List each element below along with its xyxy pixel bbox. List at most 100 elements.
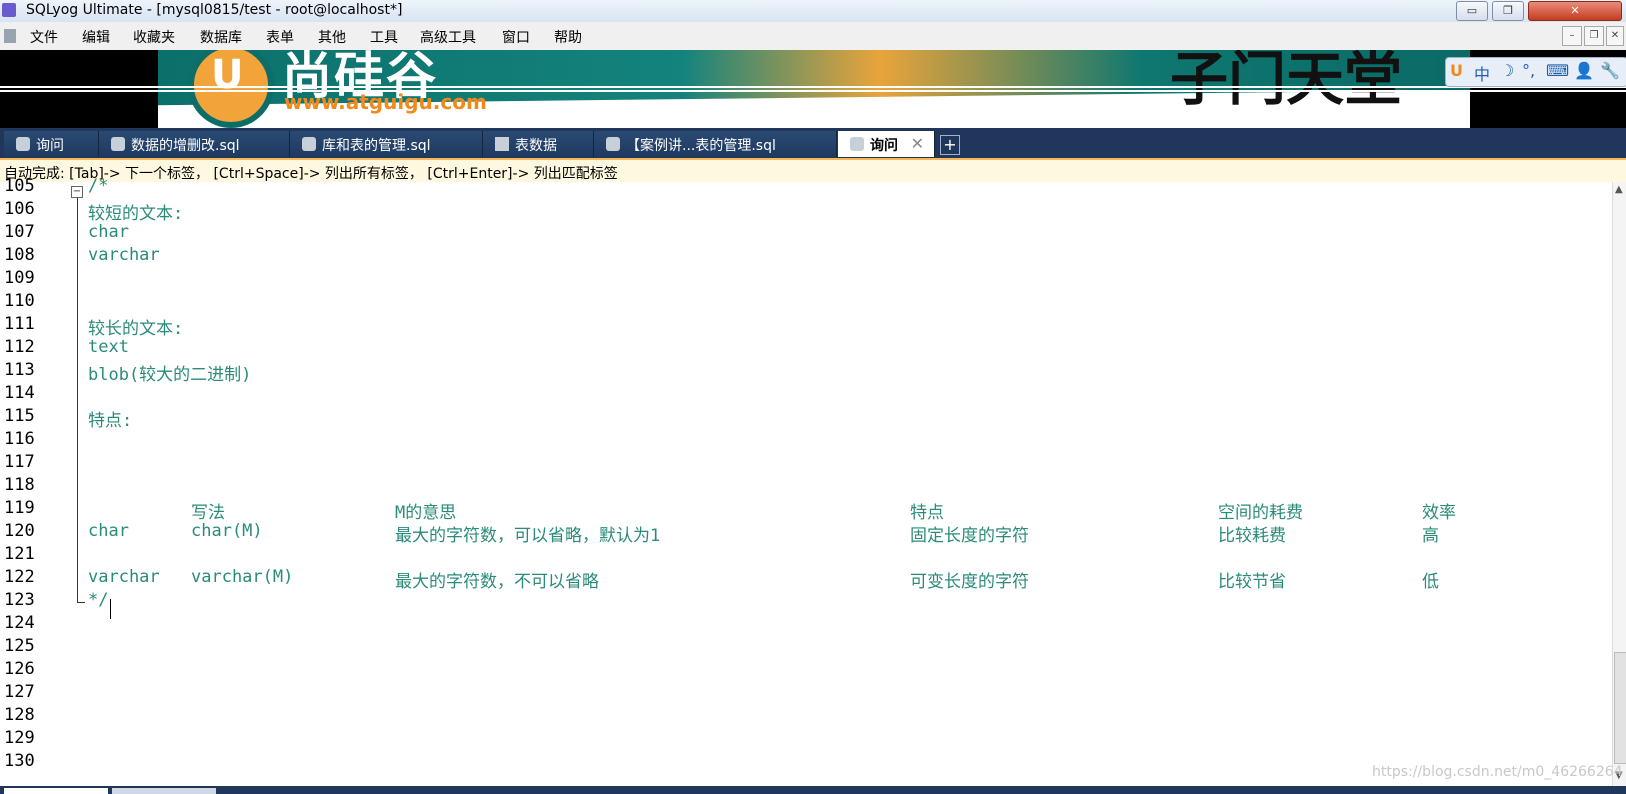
tab-query-active[interactable]: 询问 ✕ bbox=[838, 131, 935, 157]
table-cell: varchar bbox=[88, 567, 160, 587]
menu-window[interactable]: 窗口 bbox=[502, 27, 530, 47]
tab-label: 库和表的管理.sql bbox=[322, 138, 431, 154]
ime-punct-icon[interactable]: °, bbox=[1522, 61, 1535, 80]
document-icon[interactable] bbox=[4, 29, 16, 43]
menu-file[interactable]: 文件 bbox=[30, 27, 58, 47]
code-line: char bbox=[88, 222, 129, 242]
line-number: 125 bbox=[4, 636, 35, 656]
tab-label: 询问 bbox=[36, 138, 64, 154]
banner-image: U 尚硅谷 www.atguigu.com 子门天堂 bbox=[0, 50, 1626, 128]
tab-label: 【案例讲...表的管理.sql bbox=[626, 138, 776, 154]
banner-line bbox=[0, 90, 1626, 92]
table-cell: 可变长度的字符 bbox=[910, 572, 1029, 592]
ime-settings-icon[interactable]: 🔧 bbox=[1600, 61, 1620, 80]
add-tab-button[interactable]: + bbox=[940, 135, 960, 155]
line-number: 114 bbox=[4, 383, 35, 403]
ime-keyboard-icon[interactable]: ⌨ bbox=[1546, 61, 1569, 80]
tab-close-icon[interactable]: ✕ bbox=[911, 134, 924, 153]
menu-bar: 文件 编辑 收藏夹 数据库 表单 其他 工具 高级工具 窗口 帮助 – ❐ ✕ bbox=[0, 22, 1626, 51]
sql-editor[interactable]: − 105 106 107 108 109 110 111 112 113 11… bbox=[0, 176, 1612, 786]
line-number: 122 bbox=[4, 567, 35, 587]
ime-logo-icon[interactable]: U bbox=[1450, 61, 1463, 80]
query-icon bbox=[16, 137, 30, 151]
menu-table[interactable]: 表单 bbox=[266, 27, 294, 47]
code-line: 特点: bbox=[88, 411, 133, 431]
line-number: 128 bbox=[4, 705, 35, 725]
restore-button[interactable]: ❐ bbox=[1492, 1, 1524, 21]
minimize-button[interactable]: ▭ bbox=[1456, 1, 1488, 21]
ime-chinese-mode[interactable]: 中 bbox=[1474, 61, 1490, 85]
menu-favorites[interactable]: 收藏夹 bbox=[133, 27, 175, 47]
mdi-minimize-button[interactable]: – bbox=[1562, 26, 1582, 46]
mdi-close-button[interactable]: ✕ bbox=[1606, 26, 1624, 46]
scroll-up-icon[interactable]: ▲ bbox=[1615, 184, 1623, 195]
table-cell: 比较节省 bbox=[1218, 572, 1286, 592]
line-number: 111 bbox=[4, 314, 35, 334]
code-line: 较短的文本: bbox=[88, 204, 184, 224]
line-number: 119 bbox=[4, 498, 35, 518]
status-bar bbox=[0, 786, 1626, 794]
line-number: 124 bbox=[4, 613, 35, 633]
line-number: 118 bbox=[4, 475, 35, 495]
line-number: 121 bbox=[4, 544, 35, 564]
menu-database[interactable]: 数据库 bbox=[200, 27, 242, 47]
tab-db-table-mgmt-sql[interactable]: 库和表的管理.sql bbox=[290, 131, 483, 157]
table-cell: varchar(M) bbox=[191, 567, 294, 587]
status-segment bbox=[112, 788, 216, 794]
banner-line bbox=[0, 86, 1626, 88]
line-number: 130 bbox=[4, 751, 35, 771]
ime-user-icon[interactable]: 👤 bbox=[1574, 61, 1594, 80]
tab-table-data[interactable]: 表数据 bbox=[483, 131, 594, 157]
tab-label: 询问 bbox=[870, 138, 898, 154]
line-number: 112 bbox=[4, 337, 35, 357]
tab-data-crud-sql[interactable]: 数据的增删改.sql bbox=[99, 131, 290, 157]
tab-case-table-mgmt-sql[interactable]: 【案例讲...表的管理.sql bbox=[594, 131, 837, 157]
sql-file-icon bbox=[111, 137, 125, 151]
query-icon bbox=[850, 137, 864, 151]
menu-advanced-tools[interactable]: 高级工具 bbox=[420, 27, 476, 47]
line-number: 117 bbox=[4, 452, 35, 472]
code-line: blob(较大的二进制) bbox=[88, 365, 252, 385]
line-number: 123 bbox=[4, 590, 35, 610]
tab-query-1[interactable]: 询问 bbox=[4, 131, 99, 157]
app-icon bbox=[2, 3, 16, 17]
table-cell: 高 bbox=[1422, 526, 1439, 546]
table-header-space-cost: 空间的耗费 bbox=[1218, 503, 1303, 523]
line-number: 126 bbox=[4, 659, 35, 679]
line-number: 129 bbox=[4, 728, 35, 748]
code-line: 较长的文本: bbox=[88, 319, 184, 339]
ime-toolbar[interactable]: U 中 ☽ °, ⌨ 👤 🔧 bbox=[1445, 57, 1626, 87]
table-cell: 最大的字符数，不可以省略 bbox=[395, 572, 599, 592]
scroll-thumb[interactable] bbox=[1614, 652, 1626, 764]
code-line: varchar bbox=[88, 245, 160, 265]
code-line: /* bbox=[88, 176, 109, 196]
code-line: */ bbox=[88, 590, 109, 610]
menu-other[interactable]: 其他 bbox=[318, 27, 346, 47]
logo-url: www.atguigu.com bbox=[284, 90, 487, 114]
fold-end bbox=[77, 602, 85, 603]
fold-line bbox=[77, 198, 78, 602]
close-button[interactable]: ✕ bbox=[1528, 1, 1622, 21]
ime-moon-icon[interactable]: ☽ bbox=[1500, 61, 1514, 80]
menu-edit[interactable]: 编辑 bbox=[82, 27, 110, 47]
watermark: https://blog.csdn.net/m0_46266264 bbox=[1372, 764, 1623, 780]
banner-slogan: 子门天堂 bbox=[1170, 50, 1403, 113]
table-grid-icon bbox=[495, 137, 509, 151]
window-title: SQLyog Ultimate - [mysql0815/test - root… bbox=[26, 2, 403, 18]
line-number: 113 bbox=[4, 360, 35, 380]
vertical-scrollbar[interactable]: ▲ ▼ bbox=[1612, 182, 1626, 786]
mdi-restore-button[interactable]: ❐ bbox=[1584, 26, 1604, 46]
autocomplete-hint-bar: 自动完成: [Tab]-> 下一个标签， [Ctrl+Space]-> 列出所有… bbox=[0, 158, 1626, 184]
table-cell: 固定长度的字符 bbox=[910, 526, 1029, 546]
fold-collapse-icon[interactable]: − bbox=[71, 186, 83, 198]
status-segment bbox=[4, 788, 108, 794]
menu-help[interactable]: 帮助 bbox=[554, 27, 582, 47]
fold-margin bbox=[68, 182, 84, 786]
line-number: 127 bbox=[4, 682, 35, 702]
menu-tools[interactable]: 工具 bbox=[370, 27, 398, 47]
line-number: 110 bbox=[4, 291, 35, 311]
table-header-syntax: 写法 bbox=[191, 503, 225, 523]
tab-bar: 询问 数据的增删改.sql 库和表的管理.sql 表数据 【案例讲...表的管理… bbox=[0, 128, 1626, 158]
table-cell: 低 bbox=[1422, 572, 1439, 592]
table-cell: char(M) bbox=[191, 521, 263, 541]
